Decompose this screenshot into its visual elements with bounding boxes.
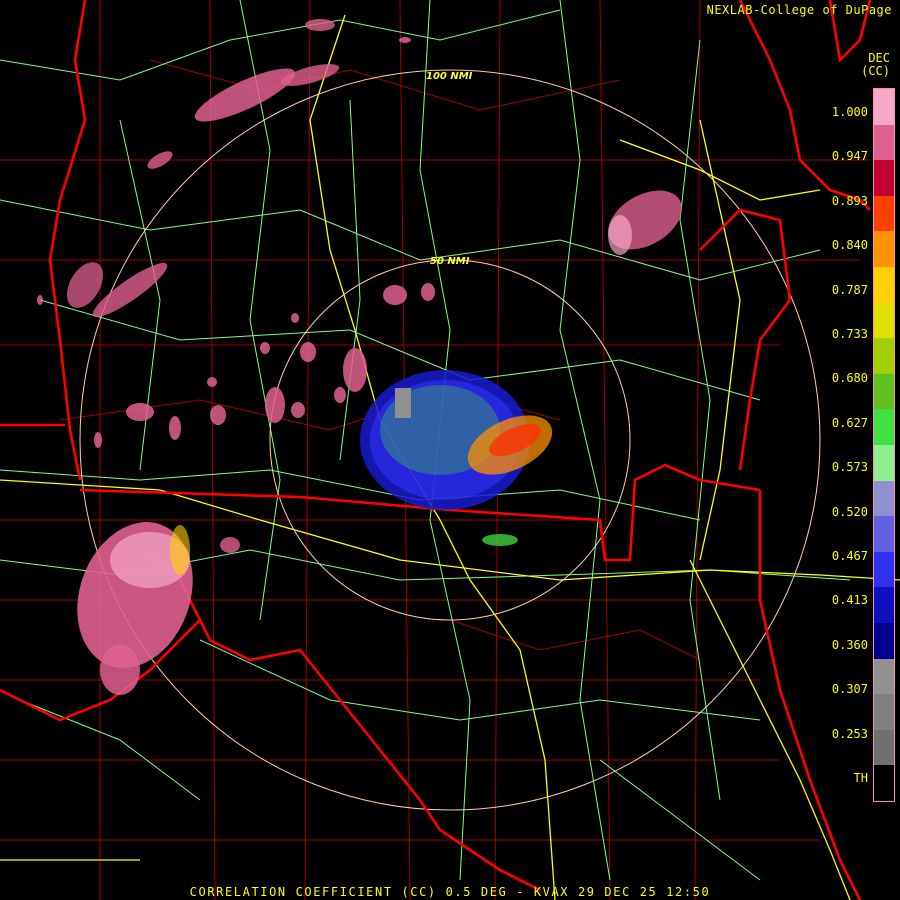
colorbar-tick-label: 0.733 [831, 327, 868, 341]
colorbar-tick-label: 0.947 [831, 149, 868, 164]
credit-text: NEXLAB-College of DuPage [706, 3, 892, 17]
colorbar [873, 88, 895, 802]
colorbar-segment [874, 267, 894, 304]
radar-map [0, 0, 900, 900]
colorbar-tick-label: 0.413 [831, 593, 868, 608]
colorbar-tick-label: 0.840 [831, 238, 868, 253]
colorbar-segment [874, 302, 894, 339]
colorbar-segment [874, 373, 894, 410]
colorbar-segment [874, 765, 894, 802]
colorbar-tick-label: 1.000 [831, 105, 868, 119]
colorbar-segment [874, 480, 894, 517]
colorbar-tick-label: 0.627 [831, 415, 868, 430]
colorbar-segment [874, 231, 894, 268]
product-caption: CORRELATION COEFFICIENT (CC) 0.5 DEG - K… [189, 885, 711, 899]
colorbar-tick-label: 0.360 [831, 637, 868, 652]
colorbar-tick-label: TH [853, 771, 868, 785]
ring-label-50: 50 NMI [430, 256, 470, 267]
colorbar-tick-label: 0.307 [831, 682, 868, 697]
radar-returns [37, 19, 682, 695]
colorbar-tick-label: 0.520 [831, 504, 868, 519]
colorbar-segment [874, 551, 894, 588]
colorbar-segment [874, 694, 894, 731]
colorbar-segment [874, 338, 894, 375]
colorbar-segment [874, 160, 894, 197]
colorbar-tick-label: 0.893 [831, 193, 868, 208]
colorbar-segment [874, 195, 894, 232]
colorbar-segment [874, 445, 894, 482]
colorbar-segment [874, 729, 894, 766]
colorbar-segment [874, 587, 894, 624]
colorbar-segment [874, 124, 894, 161]
units-bottom: (CC) [861, 64, 890, 78]
colorbar-segment [874, 89, 894, 126]
colorbar-tick-label: 0.787 [831, 282, 868, 297]
units-label: DEC (CC) [861, 52, 890, 78]
colorbar-tick-label: 0.680 [831, 371, 868, 386]
colorbar-segment [874, 623, 894, 660]
colorbar-segment [874, 409, 894, 446]
colorbar-segment [874, 658, 894, 695]
colorbar-tick-label: 0.573 [831, 460, 868, 475]
ring-label-100: 100 NMI [426, 71, 473, 82]
colorbar-tick-label: 0.467 [831, 549, 868, 563]
colorbar-tick-label: 0.253 [831, 726, 868, 741]
colorbar-segment [874, 516, 894, 553]
